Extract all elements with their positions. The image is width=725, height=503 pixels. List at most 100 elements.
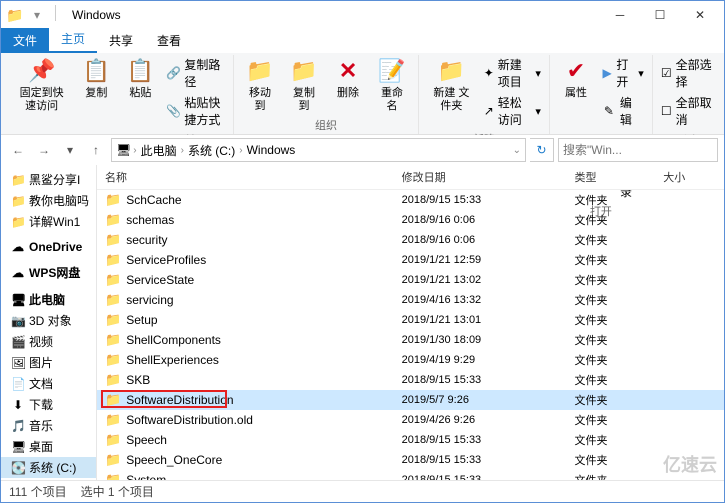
table-row[interactable]: 📁servicing2019/4/16 13:32文件夹: [97, 290, 724, 310]
file-date: 2018/9/15 15:33: [394, 450, 567, 470]
rename-button[interactable]: 📝重命名: [372, 55, 412, 115]
address-bar: ← → ▾ ↑ 🖥 › 此电脑 › 系统 (C:) › Windows ⌄ ↻: [1, 135, 724, 165]
forward-button[interactable]: →: [33, 139, 55, 161]
qat-down-icon[interactable]: ▾: [27, 5, 47, 25]
search-box[interactable]: [558, 138, 718, 162]
copy-path-button[interactable]: 🔗复制路径: [164, 55, 227, 91]
ribbon-tabs: 文件 主页 共享 查看: [1, 29, 724, 53]
sidebar-item[interactable]: ⬇下载: [1, 394, 96, 415]
file-date: 2018/9/15 15:33: [394, 370, 567, 390]
table-row[interactable]: 📁ServiceProfiles2019/1/21 12:59文件夹: [97, 250, 724, 270]
file-name: ShellComponents: [126, 333, 221, 347]
file-name: Speech_OneCore: [126, 453, 222, 467]
chevron-down-icon[interactable]: ⌄: [513, 145, 521, 156]
sidebar-item[interactable]: 📷3D 对象: [1, 310, 96, 331]
properties-button[interactable]: ✔属性: [556, 55, 596, 102]
sidebar-item[interactable]: 🖥此电脑: [1, 289, 96, 310]
table-row[interactable]: 📁ServiceState2019/1/21 13:02文件夹: [97, 270, 724, 290]
sidebar-label: 系统 (C:): [29, 459, 76, 476]
col-size[interactable]: 大小: [655, 165, 724, 190]
chevron-icon[interactable]: ›: [133, 145, 136, 156]
paste-button[interactable]: 📋粘贴: [120, 55, 160, 102]
table-row[interactable]: 📁schemas2018/9/16 0:06文件夹: [97, 210, 724, 230]
table-row[interactable]: 📁Speech2018/9/15 15:33文件夹: [97, 430, 724, 450]
sidebar-item[interactable]: 🖥桌面: [1, 436, 96, 457]
delete-button[interactable]: ✕删除: [328, 55, 368, 102]
selectnone-button[interactable]: ☐全部取消: [659, 93, 714, 129]
copy-button[interactable]: 📋复制: [76, 55, 116, 102]
chevron-icon[interactable]: ›: [239, 145, 242, 156]
file-date: 2019/1/30 18:09: [394, 330, 567, 350]
table-row[interactable]: 📁ShellExperiences2019/4/19 9:29文件夹: [97, 350, 724, 370]
file-list: 名称 修改日期 类型 大小 📁SchCache2018/9/15 15:33文件…: [97, 165, 724, 480]
tab-share[interactable]: 共享: [97, 28, 145, 53]
edit-button[interactable]: ✎编辑: [600, 93, 646, 129]
table-row[interactable]: 📁SoftwareDistribution.old2019/4/26 9:26文…: [97, 410, 724, 430]
maximize-button[interactable]: ☐: [640, 1, 680, 29]
file-date: 2019/4/16 13:32: [394, 290, 567, 310]
search-input[interactable]: [563, 143, 713, 157]
newfolder-button[interactable]: 📁新建 文件夹: [425, 55, 478, 115]
copyto-button[interactable]: 📁复制到: [284, 55, 324, 115]
folder-icon: 📁: [105, 352, 121, 368]
tab-home[interactable]: 主页: [49, 26, 97, 53]
minimize-button[interactable]: ─: [600, 1, 640, 29]
sidebar-item[interactable]: 📁 教你电脑吗: [1, 190, 96, 211]
refresh-button[interactable]: ↻: [530, 138, 554, 162]
newitem-button[interactable]: ✦新建项目 ▾: [482, 55, 543, 91]
tab-file[interactable]: 文件: [1, 28, 49, 53]
file-type: 文件夹: [567, 330, 656, 350]
sidebar-item[interactable]: 🎬视频: [1, 331, 96, 352]
table-row[interactable]: 📁Setup2019/1/21 13:01文件夹: [97, 310, 724, 330]
recent-button[interactable]: ▾: [59, 139, 81, 161]
paste-shortcut-button[interactable]: 📎粘贴快捷方式: [164, 93, 227, 129]
table-row[interactable]: 📁security2018/9/16 0:06文件夹: [97, 230, 724, 250]
folder-icon: 📁: [105, 472, 121, 480]
tab-view[interactable]: 查看: [145, 28, 193, 53]
easyaccess-button[interactable]: ↗轻松访问 ▾: [482, 93, 543, 129]
selectall-button[interactable]: ☑全部选择: [659, 55, 714, 91]
crumb-drive[interactable]: 系统 (C:): [186, 142, 237, 159]
sidebar-label: 教你电脑吗: [29, 192, 89, 209]
file-type: 文件夹: [567, 230, 656, 250]
close-button[interactable]: ✕: [680, 1, 720, 29]
chevron-icon[interactable]: ›: [181, 145, 184, 156]
crumb-pc[interactable]: 此电脑: [139, 142, 179, 159]
sidebar-label: 图片: [29, 354, 53, 371]
file-type: 文件夹: [567, 290, 656, 310]
sidebar-item[interactable]: 📁黑鲨分享I: [1, 169, 96, 190]
sidebar-label: 此电脑: [29, 291, 65, 308]
pin-button[interactable]: 📌固定到快 速访问: [11, 55, 72, 115]
open-button[interactable]: ▶打开 ▾: [600, 55, 646, 91]
col-name[interactable]: 名称: [97, 165, 394, 190]
sidebar-item[interactable]: 📁详解Win1: [1, 211, 96, 232]
status-total: 111 个项目: [9, 483, 67, 500]
table-row[interactable]: 📁ShellComponents2019/1/30 18:09文件夹: [97, 330, 724, 350]
sidebar-item[interactable]: ☁OneDrive: [1, 238, 96, 256]
file-name: Speech: [126, 433, 167, 447]
file-date: 2018/9/15 15:33: [394, 190, 567, 211]
col-type[interactable]: 类型: [567, 165, 656, 190]
sidebar-item[interactable]: ☁WPS网盘: [1, 262, 96, 283]
table-row[interactable]: 📁SoftwareDistribution2019/5/7 9:26文件夹: [97, 390, 724, 410]
folder-icon: 📁: [105, 232, 121, 248]
sidebar-item[interactable]: 📄文档: [1, 373, 96, 394]
sidebar-icon: 📁: [11, 194, 25, 208]
table-row[interactable]: 📁SchCache2018/9/15 15:33文件夹: [97, 190, 724, 211]
back-button[interactable]: ←: [7, 139, 29, 161]
file-type: 文件夹: [567, 470, 656, 480]
sidebar-item[interactable]: 💽系统 (C:): [1, 457, 96, 478]
table-row[interactable]: 📁Speech_OneCore2018/9/15 15:33文件夹: [97, 450, 724, 470]
file-type: 文件夹: [567, 270, 656, 290]
moveto-button[interactable]: 📁移动到: [240, 55, 280, 115]
table-row[interactable]: 📁SKB2018/9/15 15:33文件夹: [97, 370, 724, 390]
col-date[interactable]: 修改日期: [394, 165, 567, 190]
sidebar-item[interactable]: 🎵音乐: [1, 415, 96, 436]
table-row[interactable]: 📁System2018/9/15 15:33文件夹: [97, 470, 724, 480]
sidebar-icon: 📄: [11, 377, 25, 391]
breadcrumb[interactable]: 🖥 › 此电脑 › 系统 (C:) › Windows ⌄: [111, 138, 526, 162]
up-button[interactable]: ↑: [85, 139, 107, 161]
folder-icon: 📁: [5, 5, 25, 25]
crumb-folder[interactable]: Windows: [245, 143, 298, 157]
sidebar-item[interactable]: 🖼图片: [1, 352, 96, 373]
